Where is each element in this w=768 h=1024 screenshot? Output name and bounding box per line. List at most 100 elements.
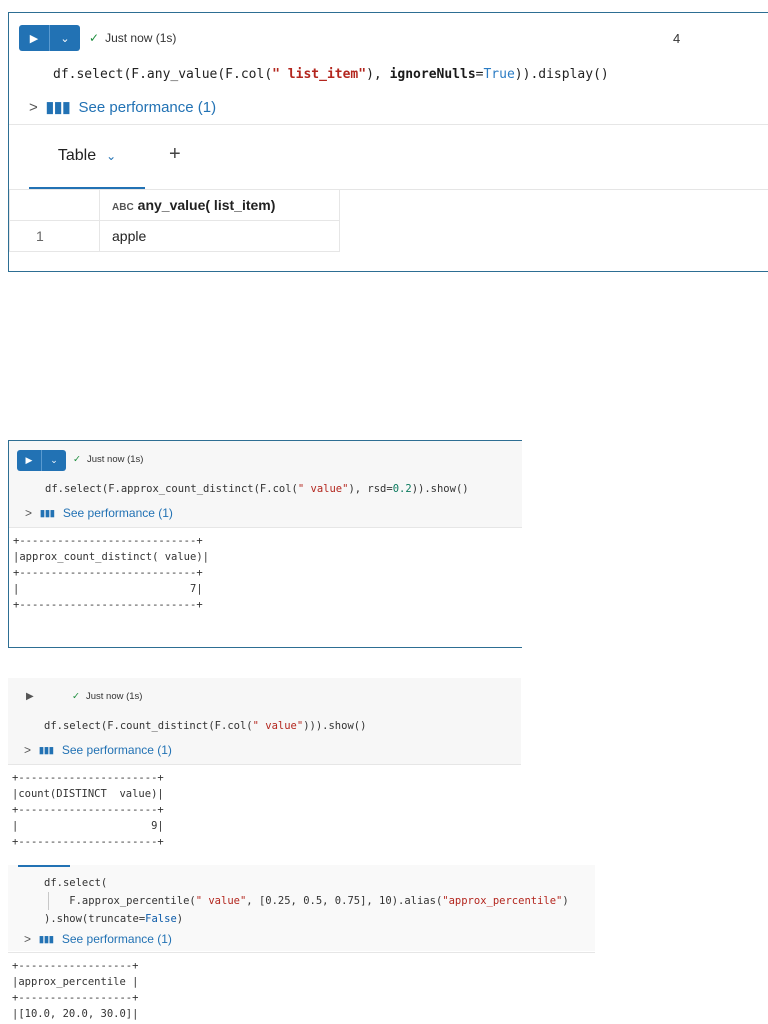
notebook-cell-count-distinct: ▶ ✓ Just now (1s) df.select(F.count_dist… (8, 678, 521, 858)
check-icon: ✓ (73, 454, 81, 465)
cell-status: ✓ Just now (1s) (72, 691, 142, 702)
code-block[interactable]: df.select( F.approx_percentile(" value",… (44, 874, 569, 928)
bar-chart-icon: ▮▮▮ (39, 744, 54, 755)
check-icon: ✓ (72, 691, 80, 702)
code-line: ).show(truncate=False) (44, 910, 569, 928)
output-line: +----------------------------+ (13, 535, 203, 547)
cell-status: ✓ Just now (1s) (89, 31, 176, 45)
row-index: 1 (9, 220, 100, 252)
console-output: +----------------------------+ |approx_co… (13, 533, 209, 613)
output-line: +----------------------+ (12, 836, 164, 848)
table-row[interactable]: 1 apple (9, 220, 340, 252)
code-token: ), rsd= (348, 483, 393, 495)
bar-chart-icon: ▮▮▮ (40, 507, 55, 518)
code-token: df.select(F.approx_count_distinct(F.col( (45, 483, 298, 495)
chevron-right-icon: > (29, 98, 38, 116)
tab-table[interactable]: Table ⌄ (29, 125, 145, 190)
code-token: df.select(F.any_value(F.col( (53, 67, 273, 82)
row-index-header (9, 189, 100, 221)
code-line[interactable]: df.select(F.any_value(F.col(" list_item"… (53, 67, 609, 82)
code-string: " value" (195, 895, 247, 907)
code-token: F.approx_percentile( (44, 895, 196, 907)
see-performance-label: See performance (1) (78, 98, 217, 116)
string-type-icon: ABC (112, 202, 134, 213)
code-token: ) (176, 913, 184, 925)
code-number: 0.2 (392, 483, 412, 495)
code-token: ).show(truncate= (44, 913, 146, 925)
status-text: Just now (1s) (105, 31, 177, 45)
chevron-down-icon[interactable]: ⌄ (49, 25, 80, 51)
status-text: Just now (1s) (86, 454, 144, 465)
chevron-right-icon: > (24, 932, 32, 946)
indent-guide (48, 892, 49, 910)
code-boolean: False (145, 913, 177, 925)
divider (9, 527, 522, 528)
see-performance-link[interactable]: > ▮▮▮ See performance (1) (29, 98, 217, 117)
column-header-label: any_value( list_item) (137, 197, 276, 213)
cell-number: 4 (673, 31, 681, 46)
chevron-down-icon[interactable]: ⌄ (106, 149, 116, 163)
see-performance-label: See performance (1) (61, 932, 172, 946)
notebook-cell-approx-percentile: df.select( F.approx_percentile(" value",… (8, 865, 595, 1024)
code-string: " value" (297, 483, 349, 495)
see-performance-link[interactable]: > ▮▮▮ See performance (1) (24, 932, 172, 946)
output-line: +----------------------+ (12, 772, 164, 784)
play-icon[interactable]: ▶ (26, 691, 34, 702)
code-string: "approx_percentile" (442, 895, 563, 907)
code-line[interactable]: df.select(F.count_distinct(F.col(" value… (44, 720, 366, 732)
chevron-right-icon: > (24, 743, 32, 757)
notebook-cell-any-value: ▶ ⌄ ✓ Just now (1s) 4 df.select(F.any_va… (8, 12, 768, 272)
output-line: +----------------------------+ (13, 599, 203, 611)
play-icon[interactable]: ▶ (19, 25, 49, 51)
output-line: | 7| (13, 583, 203, 595)
output-line: +----------------------------+ (13, 567, 203, 579)
bar-chart-icon: ▮▮▮ (45, 99, 71, 116)
code-keyword-arg: ignoreNulls (389, 67, 476, 82)
see-performance-link[interactable]: > ▮▮▮ See performance (1) (24, 743, 172, 757)
cell-status: ✓ Just now (1s) (73, 454, 143, 465)
see-performance-label: See performance (1) (62, 506, 173, 520)
chevron-right-icon: > (25, 506, 33, 520)
code-token: )).show() (411, 483, 469, 495)
output-line: +------------------+ (12, 960, 139, 972)
see-performance-label: See performance (1) (61, 743, 172, 757)
output-line: |[10.0, 20.0, 30.0]| (12, 1008, 139, 1020)
divider (8, 952, 595, 953)
code-string: " value" (252, 720, 304, 732)
output-line: |approx_count_distinct( value)| (13, 551, 209, 563)
code-token: ) (562, 895, 569, 907)
chevron-down-icon[interactable]: ⌄ (41, 450, 66, 471)
add-tab-button[interactable]: + (169, 143, 181, 166)
code-token: , [0.25, 0.5, 0.75], 10).alias( (246, 895, 443, 907)
scroll-indicator (18, 865, 70, 867)
output-line: |approx_percentile | (12, 976, 139, 988)
bar-chart-icon: ▮▮▮ (39, 933, 54, 944)
divider (8, 764, 521, 765)
code-line: df.select( (44, 877, 108, 889)
code-token: )).display() (514, 67, 609, 82)
notebook-cell-approx-count-distinct: ▶ ⌄ ✓ Just now (1s) df.select(F.approx_c… (8, 440, 522, 648)
code-line[interactable]: df.select(F.approx_count_distinct(F.col(… (45, 483, 469, 495)
result-table: ABC any_value( list_item) 1 apple (9, 189, 340, 252)
see-performance-link[interactable]: > ▮▮▮ See performance (1) (25, 506, 173, 520)
code-token: ), (366, 67, 390, 82)
play-icon[interactable]: ▶ (17, 450, 41, 471)
result-tab-bar: Table ⌄ + (9, 125, 768, 190)
status-text: Just now (1s) (85, 691, 143, 702)
code-boolean: True (483, 67, 515, 82)
console-output: +----------------------+ |count(DISTINCT … (12, 770, 164, 850)
code-line: F.approx_percentile(" value", [0.25, 0.5… (44, 892, 569, 910)
tab-table-label: Table (57, 147, 97, 164)
console-output: +------------------+ |approx_percentile |… (12, 958, 138, 1022)
table-header-row: ABC any_value( list_item) (9, 189, 340, 221)
output-line: +----------------------+ (12, 804, 164, 816)
output-line: +------------------+ (12, 992, 139, 1004)
code-string: " list_item" (272, 67, 367, 82)
output-line: |count(DISTINCT value)| (12, 788, 164, 800)
code-token: ))).show() (303, 720, 367, 732)
check-icon: ✓ (89, 31, 100, 45)
table-cell[interactable]: apple (99, 220, 340, 252)
run-cell-split-button: ▶ ⌄ (17, 450, 66, 471)
code-token: df.select(F.count_distinct(F.col( (44, 720, 253, 732)
column-header[interactable]: ABC any_value( list_item) (99, 189, 340, 221)
